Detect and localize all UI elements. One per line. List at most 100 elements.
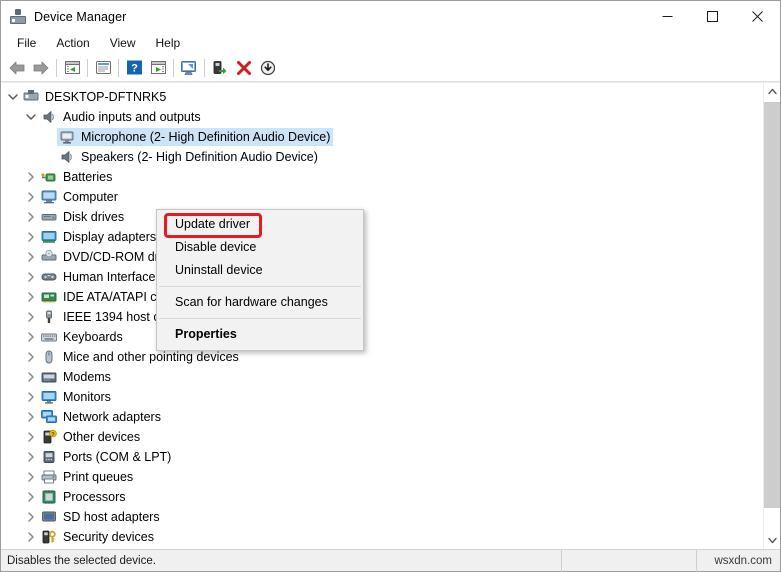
chevron-right-icon[interactable] bbox=[23, 427, 39, 447]
chevron-right-icon[interactable] bbox=[23, 487, 39, 507]
tree-row-label: Modems bbox=[63, 370, 111, 384]
chevron-right-icon[interactable] bbox=[23, 367, 39, 387]
context-menu-separator bbox=[159, 286, 361, 287]
chevron-right-icon[interactable] bbox=[23, 167, 39, 187]
uninstall-device-icon[interactable] bbox=[232, 56, 256, 80]
minimize-button[interactable] bbox=[645, 1, 690, 32]
tree-row[interactable]: Human Interface Devices bbox=[1, 267, 763, 287]
tree-row[interactable]: Security devices bbox=[1, 527, 763, 547]
context-menu-item[interactable]: Uninstall device bbox=[157, 259, 363, 282]
properties-icon[interactable] bbox=[91, 56, 115, 80]
scroll-up-button[interactable] bbox=[764, 83, 780, 100]
context-menu[interactable]: Update driver Disable device Uninstall dev… bbox=[156, 209, 364, 351]
chevron-right-icon[interactable] bbox=[23, 267, 39, 287]
device-manager-icon bbox=[10, 8, 26, 25]
tree-row[interactable]: Speakers (2- High Definition Audio Devic… bbox=[1, 147, 763, 167]
disable-device-icon[interactable] bbox=[256, 56, 280, 80]
tree-row-content: Print queues bbox=[39, 468, 136, 486]
software-device-icon bbox=[40, 548, 58, 549]
context-menu-item[interactable]: Properties bbox=[157, 323, 363, 346]
close-button[interactable] bbox=[735, 1, 780, 32]
svg-text:?: ? bbox=[51, 432, 55, 438]
menu-item-view[interactable]: View bbox=[100, 33, 146, 53]
menu-item-help[interactable]: Help bbox=[146, 33, 191, 53]
tree-row-label: Audio inputs and outputs bbox=[63, 110, 201, 124]
chevron-right-icon[interactable] bbox=[23, 467, 39, 487]
tree-row[interactable]: Processors bbox=[1, 487, 763, 507]
port-icon bbox=[40, 448, 58, 466]
tree-row[interactable]: SD host adapters bbox=[1, 507, 763, 527]
tree-row-content: Software devices bbox=[39, 548, 161, 549]
scan-for-hardware-changes-icon[interactable] bbox=[177, 56, 201, 80]
tree-row[interactable]: Modems bbox=[1, 367, 763, 387]
tree-row[interactable]: Audio inputs and outputs bbox=[1, 107, 763, 127]
context-menu-item[interactable]: Scan for hardware changes bbox=[157, 291, 363, 314]
tree-row[interactable]: Microphone (2- High Definition Audio Dev… bbox=[1, 127, 763, 147]
dvd-drive-icon bbox=[40, 248, 58, 266]
chevron-right-icon[interactable] bbox=[23, 447, 39, 467]
toolbar: ? bbox=[1, 54, 780, 82]
tree-row-label: Other devices bbox=[63, 430, 141, 444]
tree-row-content: Disk drives bbox=[39, 208, 127, 226]
tree-row-label: Disk drives bbox=[63, 210, 125, 224]
chevron-right-icon[interactable] bbox=[23, 327, 39, 347]
tree-row-label: Computer bbox=[63, 190, 118, 204]
tree-row[interactable]: Software devices bbox=[1, 547, 763, 549]
chevron-right-icon[interactable] bbox=[23, 507, 39, 527]
tree-row[interactable]: Network adapters bbox=[1, 407, 763, 427]
chevron-right-icon[interactable] bbox=[23, 247, 39, 267]
tree-row[interactable]: DESKTOP-DFTNRK5 bbox=[1, 87, 763, 107]
chevron-right-icon[interactable] bbox=[23, 407, 39, 427]
help-icon[interactable]: ? bbox=[122, 56, 146, 80]
tree-row[interactable]: Monitors bbox=[1, 387, 763, 407]
menu-item-action[interactable]: Action bbox=[46, 33, 99, 53]
tree-row[interactable]: Ports (COM & LPT) bbox=[1, 447, 763, 467]
vertical-scrollbar[interactable] bbox=[763, 83, 780, 549]
menu-item-file[interactable]: File bbox=[7, 33, 46, 53]
forward-icon[interactable] bbox=[29, 56, 53, 80]
scrollbar-track[interactable] bbox=[764, 100, 780, 532]
tree-row[interactable]: Print queues bbox=[1, 467, 763, 487]
chevron-right-icon[interactable] bbox=[23, 207, 39, 227]
tree-row[interactable]: Mice and other pointing devices bbox=[1, 347, 763, 367]
back-icon[interactable] bbox=[5, 56, 29, 80]
show-hide-console-tree-icon[interactable] bbox=[60, 56, 84, 80]
chevron-right-icon[interactable] bbox=[23, 547, 39, 549]
tree-row[interactable]: ? Other devices bbox=[1, 427, 763, 447]
device-tree[interactable]: DESKTOP-DFTNRK5 Audio inputs and outputs M… bbox=[1, 83, 763, 549]
tree-row[interactable]: IDE ATA/ATAPI controllers bbox=[1, 287, 763, 307]
chevron-right-icon[interactable] bbox=[23, 227, 39, 247]
tree-row[interactable]: Batteries bbox=[1, 167, 763, 187]
ieee1394-icon bbox=[40, 308, 58, 326]
computer-icon bbox=[40, 188, 58, 206]
show-hide-action-pane-icon[interactable] bbox=[146, 56, 170, 80]
tree-row[interactable]: Keyboards bbox=[1, 327, 763, 347]
tree-row[interactable]: Computer bbox=[1, 187, 763, 207]
toolbar-separator bbox=[173, 58, 174, 77]
chevron-down-icon[interactable] bbox=[5, 87, 21, 107]
content-area: DESKTOP-DFTNRK5 Audio inputs and outputs M… bbox=[1, 82, 780, 549]
tree-row-content: Batteries bbox=[39, 168, 115, 186]
chevron-right-icon[interactable] bbox=[23, 527, 39, 547]
scroll-down-button[interactable] bbox=[764, 532, 780, 549]
chevron-down-icon[interactable] bbox=[23, 107, 39, 127]
update-driver-software-icon[interactable] bbox=[208, 56, 232, 80]
toolbar-separator bbox=[87, 58, 88, 77]
maximize-button[interactable] bbox=[690, 1, 735, 32]
chevron-right-icon[interactable] bbox=[23, 287, 39, 307]
tree-row[interactable]: IEEE 1394 host controllers bbox=[1, 307, 763, 327]
chevron-right-icon[interactable] bbox=[23, 187, 39, 207]
chevron-right-icon[interactable] bbox=[23, 307, 39, 327]
chevron-right-icon[interactable] bbox=[23, 347, 39, 367]
context-menu-item[interactable]: Update driver bbox=[157, 213, 363, 236]
scrollbar-thumb[interactable] bbox=[764, 102, 780, 508]
other-device-icon: ? bbox=[40, 428, 58, 446]
ide-controller-icon bbox=[40, 288, 58, 306]
microphone-device-icon bbox=[58, 128, 76, 146]
tree-row[interactable]: Disk drives bbox=[1, 207, 763, 227]
chevron-right-icon[interactable] bbox=[23, 387, 39, 407]
display-adapter-icon bbox=[40, 228, 58, 246]
tree-row[interactable]: Display adapters bbox=[1, 227, 763, 247]
context-menu-item[interactable]: Disable device bbox=[157, 236, 363, 259]
tree-row[interactable]: DVD/CD-ROM drives bbox=[1, 247, 763, 267]
